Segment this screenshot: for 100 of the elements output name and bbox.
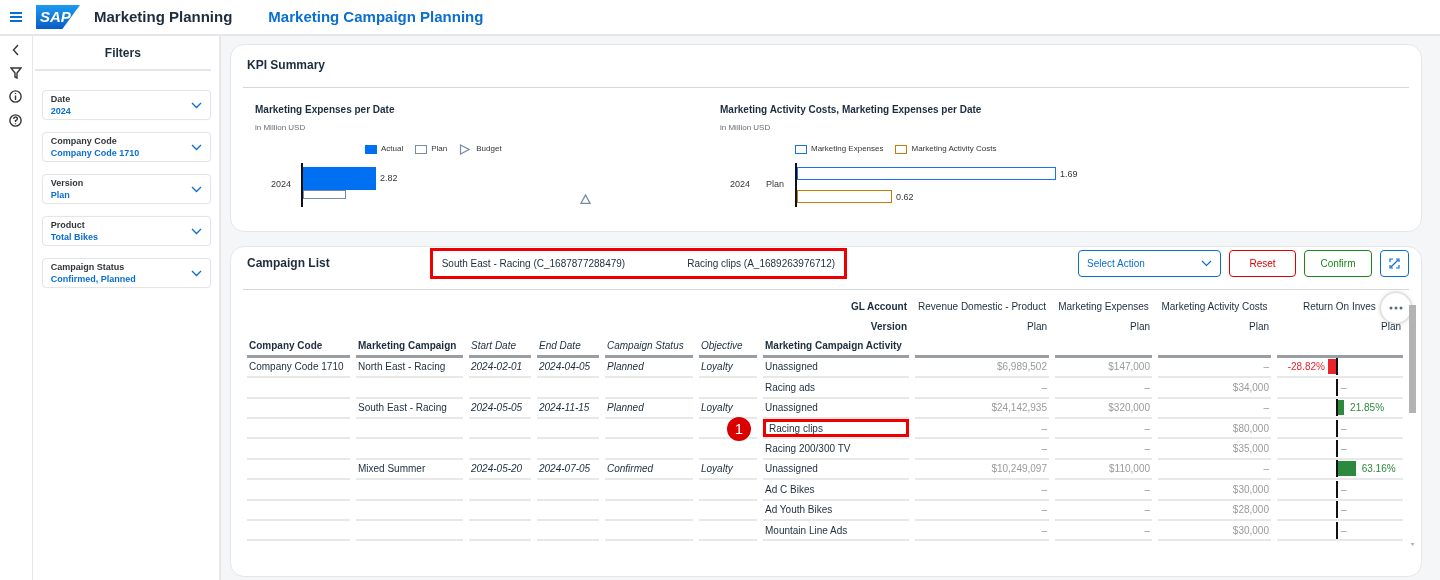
table-cell: – bbox=[1041, 422, 1047, 434]
filter-value: Total Bikes bbox=[50, 231, 99, 243]
ratio-value: – bbox=[1341, 421, 1347, 436]
chevron-down-icon bbox=[191, 185, 202, 193]
axis-label: 2024 bbox=[730, 178, 751, 192]
chevron-down-icon bbox=[191, 143, 202, 151]
filter-value: Plan bbox=[50, 189, 71, 201]
filter-dropdown[interactable]: Product Total Bikes bbox=[41, 216, 211, 246]
table-cell: Mixed Summer bbox=[358, 463, 426, 475]
column-header: Marketing Campaign Activity bbox=[765, 340, 902, 352]
ratio-value: 21.85% bbox=[1350, 401, 1385, 416]
table-cell: $320,000 bbox=[1108, 402, 1150, 414]
ratio-value: – bbox=[1341, 503, 1347, 518]
column-header: Marketing Expenses bbox=[1058, 300, 1149, 312]
header-label: GL Account bbox=[850, 300, 907, 312]
column-header: Revenue Domestic - Product bbox=[918, 300, 1046, 312]
column-header: Plan bbox=[1249, 321, 1269, 333]
legend-label: Marketing Activity Costs bbox=[911, 143, 997, 155]
column-header: Plan bbox=[1027, 321, 1047, 333]
column-header: Plan bbox=[1130, 321, 1150, 333]
filter-dropdown[interactable]: Company Code Company Code 1710 bbox=[41, 132, 211, 162]
table-cell: Unassigned bbox=[765, 402, 818, 414]
table-cell: Loyalty bbox=[701, 402, 733, 414]
filter-label: Campaign Status bbox=[50, 261, 126, 273]
table-cell: – bbox=[1144, 422, 1150, 434]
expand-icon bbox=[1389, 257, 1400, 269]
table-cell: – bbox=[1144, 483, 1150, 495]
table-cell: – bbox=[1263, 361, 1269, 373]
selection-text: South East - Racing (C_1687877288479) bbox=[441, 256, 626, 271]
app-title: Marketing Planning bbox=[94, 6, 233, 27]
ratio-value: 63.16% bbox=[1361, 462, 1396, 477]
table-cell: 2024-04-05 bbox=[539, 361, 591, 373]
menu-icon[interactable] bbox=[10, 12, 22, 22]
column-header: Marketing Campaign bbox=[358, 340, 457, 352]
table-cell: – bbox=[1041, 504, 1047, 516]
scrollbar[interactable] bbox=[1409, 305, 1416, 549]
table-cell: $35,000 bbox=[1232, 443, 1269, 455]
table-cell: – bbox=[1144, 443, 1150, 455]
filter-label: Product bbox=[50, 219, 86, 231]
ratio-bar bbox=[1338, 461, 1356, 477]
table-cell: 2024-05-20 bbox=[471, 463, 523, 475]
help-icon[interactable] bbox=[9, 114, 23, 127]
confirm-button[interactable]: Confirm bbox=[1304, 249, 1372, 277]
table-cell: Racing ads bbox=[765, 381, 816, 393]
table-cell: Racing 200/300 TV bbox=[765, 443, 851, 455]
table-cell: – bbox=[1041, 483, 1047, 495]
value-label: 1.69 bbox=[1060, 168, 1078, 179]
table-cell: 2024-07-05 bbox=[539, 463, 591, 475]
column-header: Marketing Activity Costs bbox=[1161, 300, 1268, 312]
filter-dropdown[interactable]: Version Plan bbox=[41, 174, 211, 204]
table-cell: Ad C Bikes bbox=[765, 483, 815, 495]
table-cell: Racing clips bbox=[769, 422, 823, 434]
back-icon[interactable] bbox=[11, 44, 20, 56]
table-cell: 2024-11-15 bbox=[539, 402, 590, 414]
value-label: 2.82 bbox=[380, 172, 398, 184]
legend-label: Plan bbox=[431, 143, 448, 155]
table-cell: Unassigned bbox=[765, 463, 818, 475]
ratio-bar bbox=[1338, 400, 1345, 416]
callout-marker: 1 bbox=[727, 416, 751, 441]
table-cell: Mountain Line Ads bbox=[765, 524, 848, 536]
table-cell: – bbox=[1144, 381, 1150, 393]
reset-button[interactable]: Reset bbox=[1229, 249, 1296, 277]
table-cell: Loyalty bbox=[701, 463, 733, 475]
filter-value: 2024 bbox=[50, 105, 71, 117]
ratio-value: – bbox=[1341, 380, 1347, 395]
axis-label: Plan bbox=[766, 178, 785, 192]
column-header: Objective bbox=[701, 340, 743, 352]
chevron-down-icon bbox=[1201, 259, 1212, 267]
card-title: Campaign List bbox=[246, 255, 330, 272]
table-cell: $34,000 bbox=[1232, 381, 1269, 393]
chevron-down-icon bbox=[191, 227, 202, 235]
table-cell: Confirmed bbox=[607, 463, 654, 475]
info-icon[interactable] bbox=[9, 90, 23, 103]
filter-dropdown[interactable]: Date 2024 bbox=[41, 90, 211, 120]
table-cell: $6,989,502 bbox=[996, 361, 1047, 373]
expand-button[interactable] bbox=[1380, 249, 1409, 277]
table-cell: Planned bbox=[607, 361, 644, 373]
chart-title: Marketing Expenses per Date bbox=[255, 103, 396, 117]
table-cell: $28,000 bbox=[1232, 504, 1269, 516]
table-cell: – bbox=[1041, 381, 1047, 393]
table-cell: Planned bbox=[607, 402, 644, 414]
axis-label: 2024 bbox=[271, 178, 292, 192]
filter-value: Company Code 1710 bbox=[50, 147, 140, 159]
table-cell: $30,000 bbox=[1232, 524, 1269, 536]
legend-label: Marketing Expenses bbox=[811, 143, 884, 155]
column-header: Plan bbox=[1381, 321, 1401, 333]
legend-label: Actual bbox=[381, 143, 404, 155]
action-dropdown[interactable]: Select Action bbox=[1078, 249, 1221, 277]
table-cell: Company Code 1710 bbox=[249, 361, 344, 373]
table-cell: – bbox=[1144, 524, 1150, 536]
chevron-down-icon bbox=[191, 101, 202, 109]
column-header: Return On Inves bbox=[1303, 300, 1376, 312]
chevron-down-icon bbox=[191, 269, 202, 277]
filter-dropdown[interactable]: Campaign Status Confirmed, Planned bbox=[41, 258, 211, 288]
table-cell: 2024-05-05 bbox=[471, 402, 523, 414]
table-cell: Unassigned bbox=[765, 361, 818, 373]
table-cell: $147,000 bbox=[1108, 361, 1150, 373]
table-cell: Loyalty bbox=[701, 361, 733, 373]
filter-icon[interactable] bbox=[9, 67, 22, 79]
table-cell: – bbox=[1263, 463, 1269, 475]
